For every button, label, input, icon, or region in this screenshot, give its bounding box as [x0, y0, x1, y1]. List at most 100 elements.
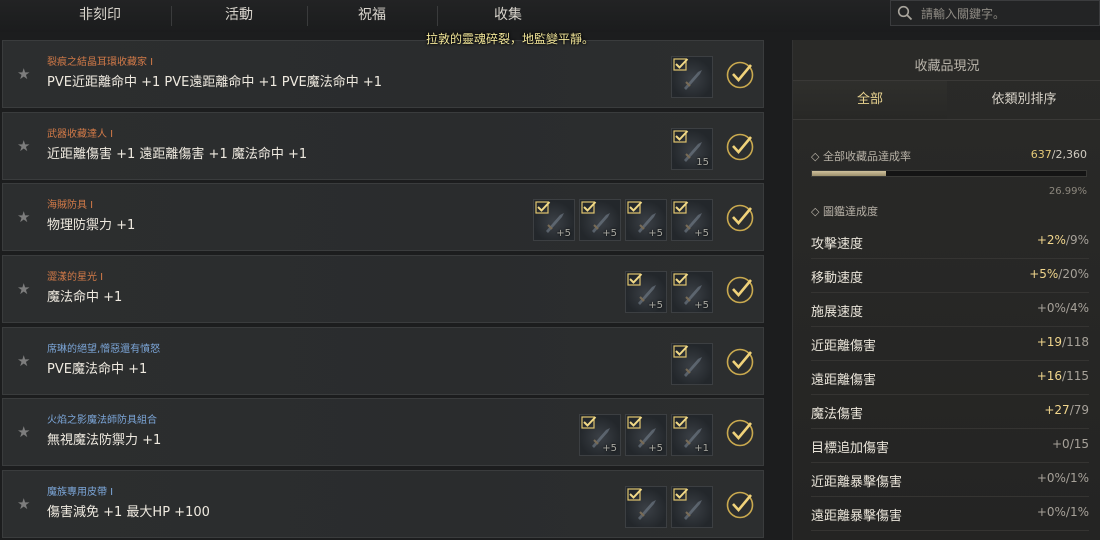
top-tab-bar: 非刻印 活動 祝福 收集	[0, 0, 1100, 32]
collection-item-slot[interactable]	[671, 343, 713, 385]
collection-effect: PVE近距離命中 +1 PVE遠距離命中 +1 PVE魔法命中 +1	[47, 75, 382, 90]
overall-percent: 26.99%	[1048, 186, 1087, 197]
collection-title: 海賊防具 I	[47, 200, 94, 211]
codex-completion-text: 圖鑑達成度	[822, 205, 878, 218]
favorite-star-icon[interactable]: ★	[17, 495, 30, 513]
collection-effect: 傷害減免 +1 最大HP +100	[47, 505, 210, 520]
favorite-star-icon[interactable]: ★	[17, 423, 30, 441]
collection-items: 15	[671, 128, 713, 172]
collection-title: 澀漾的星光 I	[47, 272, 104, 283]
collection-row[interactable]: ★ 裂痕之結晶耳環收藏家 I PVE近距離命中 +1 PVE遠距離命中 +1 PVE…	[2, 40, 764, 108]
item-enchant-level: +5	[648, 443, 663, 454]
overall-progress-bar	[811, 170, 1087, 177]
collection-list: ★ 裂痕之結晶耳環收藏家 I PVE近距離命中 +1 PVE遠距離命中 +1 PVE…	[0, 40, 766, 540]
stat-row: 移動速度 +5%/20%	[811, 258, 1089, 293]
collection-row[interactable]: ★ 火焰之影魔法師防具組合無視魔法防禦力 +1 +5 +5 +1	[2, 398, 764, 466]
collection-item-slot[interactable]: +5	[671, 199, 713, 241]
overall-progress-fill	[812, 171, 886, 176]
collection-item-slot[interactable]: +5	[671, 271, 713, 313]
stat-current: +5%	[1029, 267, 1059, 281]
favorite-star-icon[interactable]: ★	[17, 208, 30, 226]
owned-check-icon	[673, 273, 689, 286]
tab-all[interactable]: 全部	[793, 81, 947, 119]
stat-current: +0	[1051, 437, 1070, 451]
collection-row[interactable]: ★ 海賊防具 I 物理防禦力 +1 +5 +5 +5 +5	[2, 183, 764, 251]
stat-value: +0%/1%	[1037, 471, 1089, 485]
favorite-star-icon[interactable]: ★	[17, 137, 30, 155]
stat-row: 遠距離暴擊傷害 +0%/1%	[811, 496, 1089, 531]
stat-name: 目標追加傷害	[811, 441, 890, 456]
codex-completion-label: ◇ 圖鑑達成度	[811, 205, 878, 218]
stat-current: +0%	[1036, 505, 1066, 519]
collection-items	[625, 486, 713, 530]
search-box[interactable]	[890, 0, 1100, 26]
owned-check-icon	[627, 416, 643, 429]
stat-row: 攻擊速度 +2%/9%	[811, 224, 1089, 259]
collection-effect: 魔法命中 +1	[47, 290, 123, 305]
stat-max: /79	[1069, 403, 1089, 417]
tab-blessing[interactable]: 祝福	[308, 0, 436, 32]
collection-row[interactable]: ★ 武器收藏達人 I 近距離傷害 +1 遠距離傷害 +1 魔法命中 +1 15	[2, 112, 764, 180]
collection-item-slot[interactable]	[671, 486, 713, 528]
item-enchant-level: +5	[602, 443, 617, 454]
stat-value: +2%/9%	[1037, 233, 1089, 247]
owned-check-icon	[627, 488, 643, 501]
collection-status-panel: 收藏品現況 全部 依類別排序 ◇ 全部收藏品達成率 637/2,360 26.9…	[792, 40, 1100, 540]
favorite-star-icon[interactable]: ★	[17, 352, 30, 370]
owned-check-icon	[627, 201, 643, 214]
collection-item-slot[interactable]	[625, 486, 667, 528]
collection-item-slot[interactable]: +5	[533, 199, 575, 241]
panel-title: 收藏品現況	[914, 59, 980, 74]
search-input[interactable]	[919, 4, 1099, 24]
item-enchant-level: +5	[694, 300, 709, 311]
collection-item-slot[interactable]: +1	[671, 414, 713, 456]
search-icon[interactable]	[897, 5, 913, 21]
stat-name: 施展速度	[811, 305, 864, 320]
collection-item-slot[interactable]: 15	[671, 128, 713, 170]
collection-items: +5 +5 +1	[579, 414, 713, 458]
collection-title: 火焰之影魔法師防具組合	[47, 415, 157, 426]
stat-row: 魔法傷害 +27/79	[811, 394, 1089, 429]
collection-effect: 近距離傷害 +1 遠距離傷害 +1 魔法命中 +1	[47, 147, 308, 162]
stat-value: +5%/20%	[1029, 267, 1089, 281]
collection-effect: PVE魔法命中 +1	[47, 362, 148, 377]
collection-title: 魔族專用皮帶 I	[47, 487, 114, 498]
tab-sort-by-category[interactable]: 依類別排序	[947, 81, 1100, 119]
collection-item-slot[interactable]: +5	[579, 199, 621, 241]
stat-current: +2%	[1036, 233, 1066, 247]
favorite-star-icon[interactable]: ★	[17, 280, 30, 298]
collection-item-slot[interactable]	[671, 56, 713, 98]
system-message: 拉敦的靈魂碎裂，地監變平靜。	[425, 32, 594, 46]
tab-event[interactable]: 活動	[172, 0, 306, 32]
collection-item-slot[interactable]: +5	[625, 271, 667, 313]
collection-row[interactable]: ★ 魔族專用皮帶 I 傷害減免 +1 最大HP +100	[2, 470, 764, 538]
owned-check-icon	[673, 488, 689, 501]
stat-name: 魔法傷害	[811, 407, 864, 422]
stat-row: 近距離暴擊傷害 +0%/1%	[811, 462, 1089, 497]
item-enchant-level: +5	[602, 228, 617, 239]
tab-non-imprint[interactable]: 非刻印	[30, 0, 170, 32]
collection-items: +5 +5	[625, 271, 713, 315]
collection-complete-icon	[726, 61, 754, 89]
stat-current: +0%	[1036, 301, 1066, 315]
stat-row: 遠距離傷害 +16/115	[811, 360, 1089, 395]
stat-name: 遠距離暴擊傷害	[811, 509, 903, 524]
stat-max: /9%	[1065, 233, 1089, 247]
stat-name: 近距離傷害	[811, 339, 877, 354]
collection-item-slot[interactable]: +5	[625, 199, 667, 241]
stat-row: 近距離傷害 +19/118	[811, 326, 1089, 361]
favorite-star-icon[interactable]: ★	[17, 65, 30, 83]
panel-tabs: 全部 依類別排序	[793, 80, 1100, 120]
overall-completion-label: ◇ 全部收藏品達成率	[811, 150, 911, 163]
stat-row: 目標追加傷害 +0/15	[811, 428, 1089, 463]
collection-item-slot[interactable]: +5	[625, 414, 667, 456]
collection-items	[671, 56, 713, 100]
collection-items: +5 +5 +5 +5	[533, 199, 713, 243]
tab-collection[interactable]: 收集	[438, 0, 578, 32]
collection-effect: 物理防禦力 +1	[47, 218, 136, 233]
collection-effect: 無視魔法防禦力 +1	[47, 433, 162, 448]
collection-item-slot[interactable]: +5	[579, 414, 621, 456]
overall-done-count: 637	[1030, 148, 1052, 161]
collection-row[interactable]: ★ 席琳的絕望,憎惡還有憤怒 PVE魔法命中 +1	[2, 327, 764, 395]
collection-row[interactable]: ★ 澀漾的星光 I 魔法命中 +1 +5 +5	[2, 255, 764, 323]
